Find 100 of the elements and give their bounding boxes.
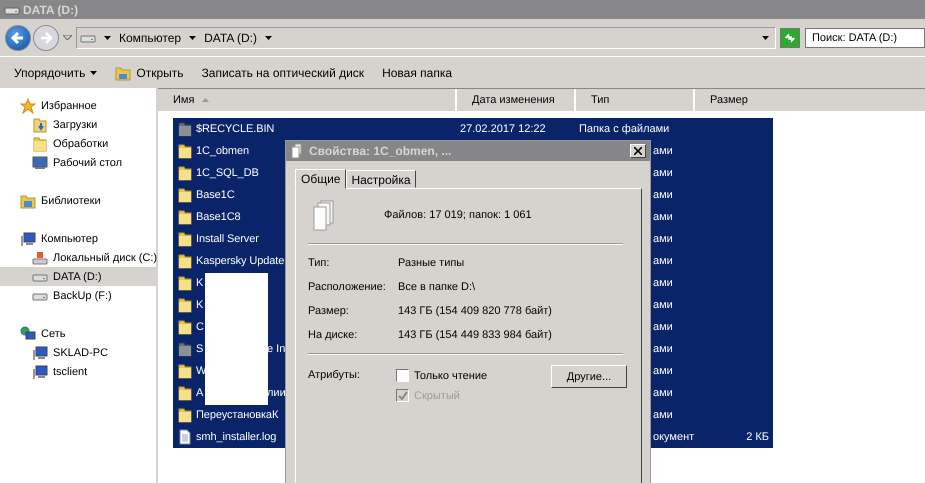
- toolbar-button[interactable]: Записать на оптический диск: [194, 62, 372, 82]
- address-bar[interactable]: Компьютер DATA (D:): [76, 26, 776, 48]
- file-name: K: [196, 299, 204, 311]
- library-icon: [20, 192, 36, 208]
- toolbar-button[interactable]: Упорядочить: [6, 62, 106, 82]
- refresh-icon: [783, 30, 797, 44]
- sidebar-item[interactable]: Библиотеки: [0, 191, 156, 210]
- sidebar-item[interactable]: Локальный диск (C:): [0, 248, 156, 267]
- folder-icon: [115, 64, 132, 80]
- column-header[interactable]: Тип: [574, 89, 693, 111]
- check-icon: [398, 390, 408, 400]
- type-cell: ами: [653, 189, 673, 201]
- network-icon: [20, 326, 36, 342]
- sidebar-item[interactable]: BackUp (F:): [0, 286, 156, 305]
- type-cell: Папка с файлами: [579, 123, 670, 135]
- file-name: smh_installer.log: [196, 431, 276, 443]
- caret-icon: [104, 36, 111, 40]
- tab[interactable]: Общие: [295, 169, 346, 189]
- sidebar-item[interactable]: Загрузки: [0, 115, 156, 134]
- sidebar-item[interactable]: Сеть: [0, 324, 156, 343]
- property-label: Тип:: [308, 257, 330, 269]
- file-name: K: [196, 277, 204, 289]
- computer-icon: [32, 364, 48, 380]
- folder-icon: [177, 341, 193, 357]
- folder-icon: [177, 319, 193, 335]
- property-label: Размер:: [308, 305, 350, 317]
- type-cell: ами: [653, 255, 673, 267]
- document-icon: [177, 429, 193, 445]
- property-value: 143 ГБ (154 449 833 984 байт): [398, 329, 553, 341]
- type-cell: ами: [653, 387, 673, 399]
- folder-icon: [32, 116, 48, 132]
- type-cell: ами: [653, 145, 673, 157]
- file-row[interactable]: $RECYCLE.BIN 27.02.2017 12:22 Папка с файлами: [173, 118, 773, 140]
- forward-button[interactable]: [33, 24, 59, 50]
- type-cell: ами: [653, 343, 673, 355]
- type-cell: ами: [653, 365, 673, 377]
- close-button[interactable]: [630, 144, 646, 158]
- computer-icon: [20, 230, 36, 246]
- dialog-title: Свойства: 1C_obmen, ...: [309, 144, 452, 158]
- type-cell: ами: [653, 277, 673, 289]
- folder-icon: [177, 385, 193, 401]
- size-cell: 2 КБ: [746, 431, 769, 443]
- toolbar-button[interactable]: Открыть: [107, 62, 192, 84]
- column-header[interactable]: Размер: [693, 89, 774, 111]
- star-icon: [20, 98, 36, 114]
- breadcrumb-item[interactable]: DATA (D:): [204, 30, 257, 44]
- property-label: Расположение:: [308, 281, 387, 293]
- column-header[interactable]: Имя: [158, 89, 455, 111]
- dropdown-icon[interactable]: [63, 35, 72, 40]
- breadcrumb-item[interactable]: Компьютер: [119, 30, 182, 44]
- window-title: DATA (D:): [23, 2, 78, 16]
- toolbar-button[interactable]: Новая папка: [374, 62, 460, 82]
- computer-icon: [32, 344, 48, 360]
- type-cell: ами: [653, 211, 673, 223]
- refresh-button[interactable]: [780, 28, 800, 48]
- property-value: Разные типы: [398, 257, 466, 269]
- file-name: ПереустановкаК: [196, 409, 278, 421]
- tab[interactable]: Настройка: [346, 170, 416, 188]
- type-cell: ами: [653, 409, 673, 421]
- caret-icon: [189, 36, 196, 40]
- property-label: На диске:: [308, 329, 358, 341]
- sidebar-item[interactable]: tsclient: [0, 362, 156, 381]
- type-cell: ами: [653, 167, 673, 179]
- property-value: 143 ГБ (154 409 820 778 байт): [398, 305, 553, 317]
- folder-icon: [177, 363, 193, 379]
- sidebar-item[interactable]: DATA (D:): [0, 267, 156, 286]
- type-cell: ами: [653, 321, 673, 333]
- file-name: S: [196, 343, 204, 355]
- monitor-icon: [32, 154, 48, 170]
- folder-icon: [177, 253, 193, 269]
- caret-icon: [762, 36, 769, 40]
- sidebar-item[interactable]: SKLAD-PC: [0, 343, 156, 362]
- folder-icon: [177, 209, 193, 225]
- property-value: Все в папке D:\: [398, 281, 476, 293]
- more-button[interactable]: Другие...: [551, 365, 627, 388]
- summary-text: Файлов: 17 019; папок: 1 061: [384, 209, 532, 221]
- file-name: $RECYCLE.BIN: [196, 123, 274, 135]
- checkbox[interactable]: Только чтение: [396, 369, 488, 382]
- file-name: C: [196, 321, 204, 333]
- attributes-label: Атрибуты:: [308, 368, 361, 381]
- file-name: А: [196, 387, 204, 399]
- sidebar-item[interactable]: Компьютер: [0, 229, 156, 248]
- type-cell: ами: [653, 299, 673, 311]
- caret-icon: [265, 36, 272, 40]
- column-header[interactable]: Дата изменения: [455, 89, 574, 111]
- folder-icon: [177, 187, 193, 203]
- file-name: Base1C8: [196, 211, 241, 223]
- date-cell: 27.02.2017 12:22: [460, 123, 546, 135]
- sidebar-item[interactable]: Рабочий стол: [0, 153, 156, 172]
- sidebar-item[interactable]: Обработки: [0, 134, 156, 153]
- folder-icon: [177, 165, 193, 181]
- back-button[interactable]: [5, 24, 31, 50]
- type-cell: окумент: [653, 431, 694, 443]
- sidebar-item[interactable]: Избранное: [0, 96, 156, 115]
- folder-icon: [177, 297, 193, 313]
- folder-icon: [177, 231, 193, 247]
- folder-icon: [177, 407, 193, 423]
- search-field[interactable]: Поиск: DATA (D:): [805, 28, 925, 48]
- close-icon: [634, 147, 642, 155]
- file-name: Base1C: [196, 189, 235, 201]
